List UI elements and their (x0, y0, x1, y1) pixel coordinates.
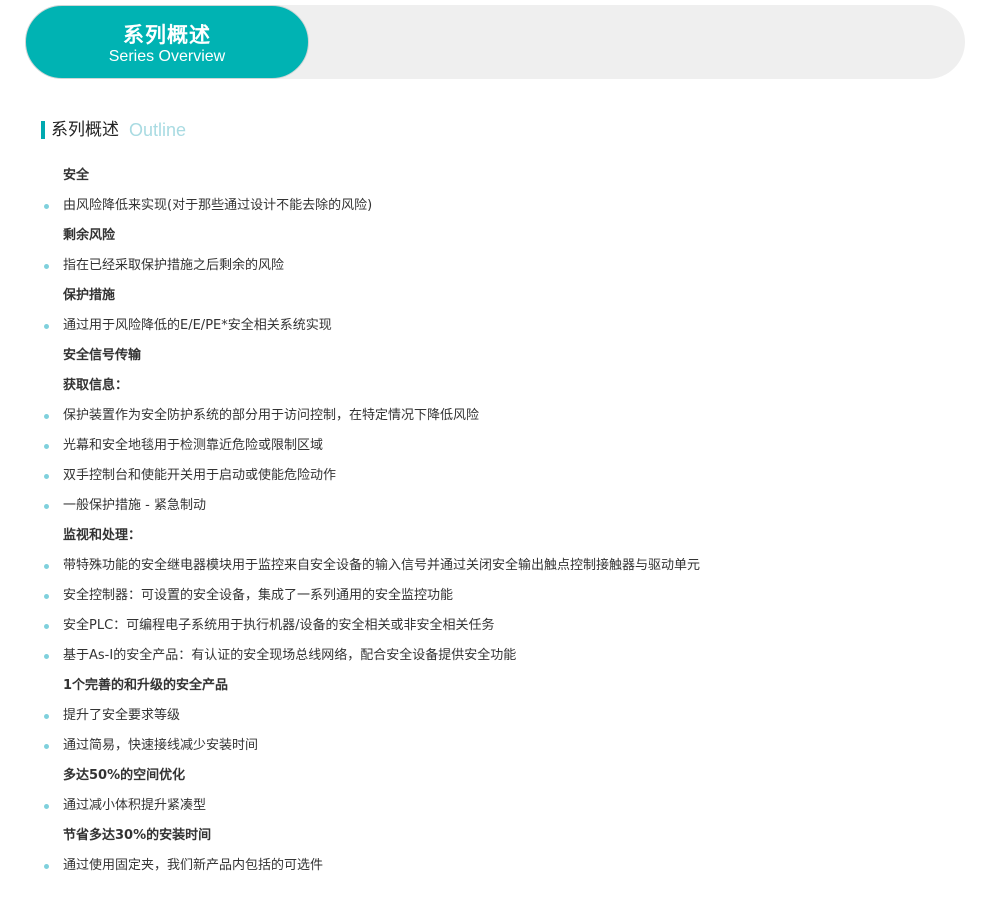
bullet-dot-icon (44, 504, 49, 509)
bullet-dot-icon (44, 744, 49, 749)
list-item: 保护装置作为安全防护系统的部分用于访问控制，在特定情况下降低风险 (0, 401, 990, 431)
section-title-cn: 系列概述 (51, 120, 119, 140)
list-item: 带特殊功能的安全继电器模块用于监控来自安全设备的输入信号并通过关闭安全输出触点控… (0, 551, 990, 581)
series-overview-tab[interactable]: 系列概述 Series Overview (25, 5, 309, 79)
bullet-dot-icon (44, 474, 49, 479)
list-heading-text: 保护措施 (63, 288, 116, 303)
bullet-dot-icon (44, 594, 49, 599)
bullet-dot-icon (44, 564, 49, 569)
list-heading: 1个完善的和升级的安全产品 (0, 671, 990, 701)
bullet-dot-icon (44, 264, 49, 269)
list-heading: 剩余风险 (0, 221, 990, 251)
list-heading: 安全 (0, 161, 990, 191)
list-item-text: 由风险降低来实现(对于那些通过设计不能去除的风险) (63, 198, 373, 213)
list-item: 通过减小体积提升紧凑型 (0, 791, 990, 821)
list-heading-text: 剩余风险 (63, 228, 116, 243)
list-item-text: 指在已经采取保护措施之后剩余的风险 (63, 258, 285, 273)
list-item: 基于As-I的安全产品：有认证的安全现场总线网络，配合安全设备提供安全功能 (0, 641, 990, 671)
section-heading: 系列概述 Outline (41, 118, 186, 142)
list-heading: 多达50%的空间优化 (0, 761, 990, 791)
bullet-dot-icon (44, 624, 49, 629)
list-item-text: 双手控制台和使能开关用于启动或使能危险动作 (63, 468, 337, 483)
list-item-text: 通过减小体积提升紧凑型 (63, 798, 207, 813)
list-item-text: 安全PLC：可编程电子系统用于执行机器/设备的安全相关或非安全相关任务 (63, 618, 495, 633)
list-item: 通过用于风险降低的E/E/PE*安全相关系统实现 (0, 311, 990, 341)
list-heading-text: 安全信号传输 (63, 348, 142, 363)
list-item: 指在已经采取保护措施之后剩余的风险 (0, 251, 990, 281)
page: 系列概述 Series Overview 系列概述 Outline 安全由风险降… (0, 0, 990, 906)
section-title-en: Outline (129, 120, 187, 140)
list-item-text: 一般保护措施 - 紧急制动 (63, 498, 206, 513)
list-heading-text: 节省多达30%的安装时间 (63, 828, 212, 843)
list-heading-text: 获取信息： (63, 378, 129, 393)
series-overview-banner: 系列概述 Series Overview (25, 5, 965, 79)
list-item-text: 安全控制器：可设置的安全设备，集成了一系列通用的安全监控功能 (63, 588, 454, 603)
list-item-text: 带特殊功能的安全继电器模块用于监控来自安全设备的输入信号并通过关闭安全输出触点控… (63, 558, 701, 573)
bullet-dot-icon (44, 204, 49, 209)
list-item-text: 通过简易，快速接线减少安装时间 (63, 738, 259, 753)
list-heading: 获取信息： (0, 371, 990, 401)
list-item: 双手控制台和使能开关用于启动或使能危险动作 (0, 461, 990, 491)
list-item-text: 光幕和安全地毯用于检测靠近危险或限制区域 (63, 438, 324, 453)
list-item: 光幕和安全地毯用于检测靠近危险或限制区域 (0, 431, 990, 461)
list-item: 通过使用固定夹，我们新产品内包括的可选件 (0, 851, 990, 881)
bullet-dot-icon (44, 864, 49, 869)
list-item-text: 保护装置作为安全防护系统的部分用于访问控制，在特定情况下降低风险 (63, 408, 480, 423)
list-item-text: 通过用于风险降低的E/E/PE*安全相关系统实现 (63, 318, 332, 333)
list-item: 由风险降低来实现(对于那些通过设计不能去除的风险) (0, 191, 990, 221)
list-item-text: 通过使用固定夹，我们新产品内包括的可选件 (63, 858, 324, 873)
list-heading: 保护措施 (0, 281, 990, 311)
list-heading-text: 安全 (63, 168, 90, 183)
list-heading-text: 监视和处理： (63, 528, 142, 543)
bullet-dot-icon (44, 444, 49, 449)
bullet-dot-icon (44, 714, 49, 719)
section-accent-bar (41, 121, 45, 139)
list-item: 安全PLC：可编程电子系统用于执行机器/设备的安全相关或非安全相关任务 (0, 611, 990, 641)
outline-list: 安全由风险降低来实现(对于那些通过设计不能去除的风险) 剩余风险指在已经采取保护措… (0, 161, 990, 881)
banner-title-en: Series Overview (108, 48, 226, 65)
bullet-dot-icon (44, 654, 49, 659)
list-item-text: 基于As-I的安全产品：有认证的安全现场总线网络，配合安全设备提供安全功能 (63, 648, 517, 663)
list-item: 提升了安全要求等级 (0, 701, 990, 731)
list-item: 安全控制器：可设置的安全设备，集成了一系列通用的安全监控功能 (0, 581, 990, 611)
bullet-dot-icon (44, 324, 49, 329)
list-item: 一般保护措施 - 紧急制动 (0, 491, 990, 521)
list-item: 通过简易，快速接线减少安装时间 (0, 731, 990, 761)
banner-title-cn: 系列概述 (123, 23, 211, 47)
list-heading: 安全信号传输 (0, 341, 990, 371)
bullet-dot-icon (44, 414, 49, 419)
list-item-text: 提升了安全要求等级 (63, 708, 181, 723)
list-heading: 监视和处理： (0, 521, 990, 551)
bullet-dot-icon (44, 804, 49, 809)
list-heading-text: 多达50%的空间优化 (63, 768, 186, 783)
list-heading: 节省多达30%的安装时间 (0, 821, 990, 851)
list-heading-text: 1个完善的和升级的安全产品 (63, 678, 229, 693)
